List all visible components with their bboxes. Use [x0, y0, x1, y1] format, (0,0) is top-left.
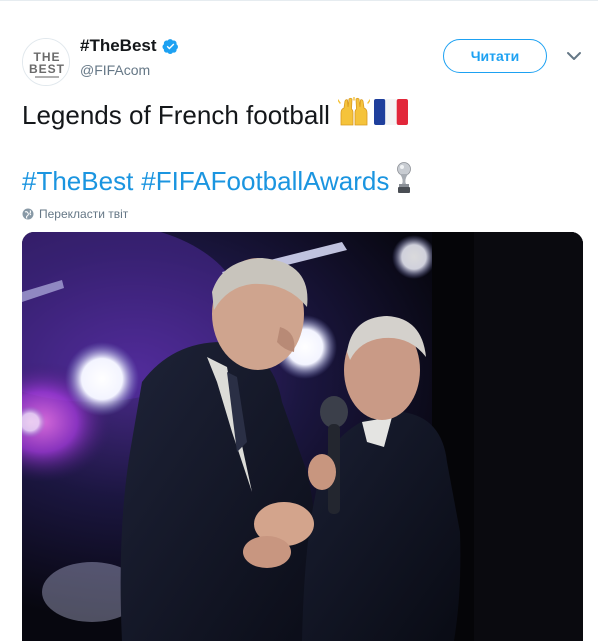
- svg-text:BEST: BEST: [29, 62, 65, 76]
- top-divider: [0, 0, 598, 1]
- hashtag-link-thebest[interactable]: #TheBest: [22, 166, 133, 197]
- chevron-down-icon[interactable]: [566, 50, 582, 62]
- display-name[interactable]: #TheBest: [80, 36, 157, 56]
- globe-icon: [22, 208, 34, 220]
- profile-avatar[interactable]: THE BEST: [22, 38, 70, 86]
- the-best-logo-icon: THE BEST: [23, 39, 69, 85]
- france-flag-emoji-icon: [373, 99, 408, 132]
- tweet-text-line-2: #TheBest #FIFAFootballAwards: [22, 162, 413, 201]
- translate-label[interactable]: Перекласти твіт: [39, 207, 128, 221]
- tweet-text: Legends of French football: [22, 100, 330, 130]
- follow-button[interactable]: Читати: [443, 39, 547, 73]
- translate-tweet-link[interactable]: Перекласти твіт: [22, 207, 128, 221]
- tweet-text-line-1: Legends of French football: [22, 96, 408, 134]
- trophy-emoji-icon: [395, 162, 413, 201]
- hashtag-link-fifafootballawards[interactable]: #FIFAFootballAwards: [141, 166, 389, 197]
- stage-photo-image: [22, 232, 583, 641]
- author-name-row[interactable]: #TheBest: [80, 36, 179, 56]
- user-handle[interactable]: @FIFAcom: [80, 62, 150, 78]
- verified-badge-icon: [162, 38, 178, 54]
- tweet-photo[interactable]: [22, 232, 583, 641]
- raising-hands-emoji-icon: [337, 96, 371, 134]
